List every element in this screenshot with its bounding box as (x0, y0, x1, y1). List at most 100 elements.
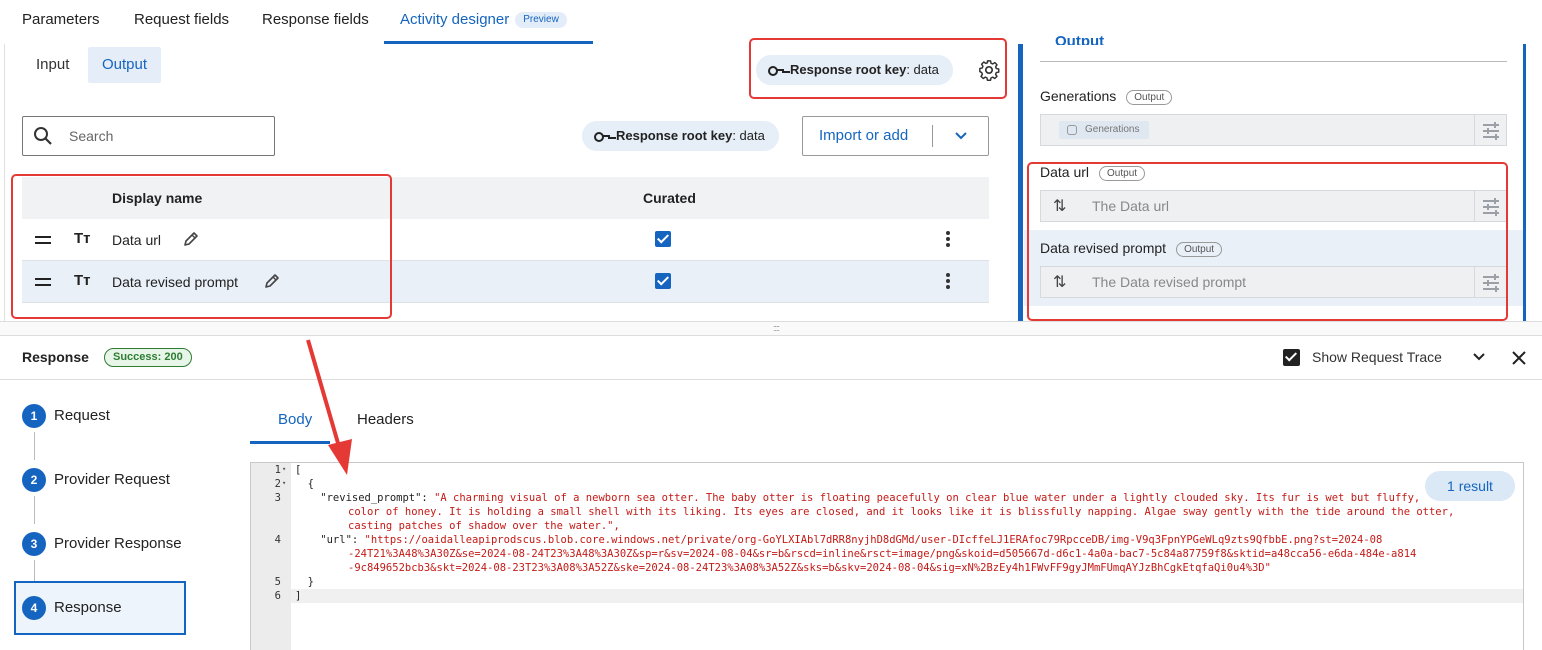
generations-label-text: Generations (1040, 88, 1117, 104)
step-response[interactable]: Response (54, 599, 122, 616)
panel-section-title-clip: Output (1055, 29, 1104, 45)
json-string: "A charming visual of a newborn sea otte… (434, 492, 1421, 504)
fold-icon[interactable]: ▾ (282, 465, 286, 473)
drag-handle-icon[interactable] (35, 278, 51, 286)
col-display-name: Display name (112, 190, 203, 206)
pencil-icon[interactable] (264, 273, 280, 289)
response-bar (0, 336, 1542, 380)
line-number: 6 (274, 590, 281, 602)
search-field[interactable] (22, 116, 275, 156)
generations-chip-label: Generations (1085, 124, 1140, 135)
tune-icon[interactable] (1474, 267, 1506, 297)
step-provider-response[interactable]: Provider Response (54, 535, 182, 552)
code-line-3: "revised_prompt": "A charming visual of … (295, 491, 1420, 505)
search-input[interactable] (69, 117, 269, 155)
code-line-5: } (295, 576, 314, 588)
text-type-icon: Tт (74, 230, 91, 247)
active-tab-indicator (384, 41, 593, 44)
preview-badge: Preview (515, 12, 567, 28)
tab-request-fields[interactable]: Request fields (130, 0, 233, 44)
subtab-output[interactable]: Output (88, 47, 162, 83)
import-or-add-label: Import or add (819, 127, 909, 144)
code-line-3-wrap: casting patches of shadow over the water… (348, 520, 620, 532)
more-options-icon[interactable] (946, 273, 950, 289)
generations-label: Generations Output (1040, 88, 1173, 105)
code-line-4-wrap: -24T21%3A48%3A30Z&se=2024-08-24T23%3A48%… (348, 548, 1417, 560)
json-key: "revised_prompt": (295, 492, 435, 504)
table-row[interactable]: Tт Data url (22, 219, 989, 261)
tune-icon[interactable] (1474, 115, 1506, 145)
data-url-label-text: Data url (1040, 164, 1090, 180)
output-badge: Output (1176, 242, 1223, 257)
output-badge: Output (1099, 166, 1146, 181)
step-number: 2 (22, 468, 46, 492)
fold-icon[interactable]: ▾ (282, 479, 286, 487)
tab-parameters[interactable]: Parameters (18, 0, 104, 44)
response-root-key-pill[interactable]: Response root key: data (756, 55, 953, 85)
data-url-placeholder: The Data url (1092, 198, 1170, 214)
drag-handle-icon[interactable] (35, 236, 51, 244)
curated-checkbox[interactable] (655, 273, 671, 289)
key-icon (768, 65, 784, 76)
data-url-field[interactable]: ⇅ The Data url (1040, 190, 1507, 222)
panel-divider (1040, 61, 1507, 62)
tab-activity-designer[interactable]: Activity designer Preview (396, 0, 571, 44)
data-revised-prompt-label-text: Data revised prompt (1040, 240, 1167, 256)
collapse-chevron-icon[interactable] (1472, 352, 1486, 362)
line-number: 2 (274, 478, 281, 490)
line-number: 5 (274, 576, 281, 588)
step-connector (34, 496, 35, 524)
tune-icon[interactable] (1474, 191, 1506, 221)
import-or-add-button[interactable]: Import or add (802, 116, 989, 156)
response-title: Response (22, 349, 89, 365)
curated-checkbox[interactable] (655, 231, 671, 247)
panel-left-border (1018, 44, 1023, 321)
link-icon (1067, 125, 1077, 135)
data-url-label: Data url Output (1040, 164, 1146, 181)
line-number: 3 (274, 492, 281, 504)
key-icon (594, 131, 610, 142)
tab-response-fields[interactable]: Response fields (258, 0, 373, 44)
row-display-name: Data revised prompt (112, 274, 239, 290)
step-provider-request[interactable]: Provider Request (54, 471, 170, 488)
step-request[interactable]: Request (54, 407, 110, 424)
data-revised-prompt-field[interactable]: ⇅ The Data revised prompt (1040, 266, 1507, 298)
chevron-down-icon[interactable] (954, 131, 968, 141)
step-connector (34, 432, 35, 460)
annotation-arrow (306, 339, 352, 475)
step-connector (34, 560, 35, 582)
more-options-icon[interactable] (946, 231, 950, 247)
sort-arrows-icon: ⇅ (1053, 274, 1067, 291)
output-badge: Output (1126, 90, 1173, 105)
generations-field[interactable]: Generations (1040, 114, 1507, 146)
tab-headers[interactable]: Headers (357, 411, 414, 428)
close-icon[interactable] (1511, 350, 1527, 366)
generations-chip: Generations (1059, 121, 1150, 139)
response-body-editor[interactable]: 1 2 3 4 5 6 ▾ ▾ [ { "revised_prompt": "A… (250, 462, 1524, 650)
panel-right-border (1523, 44, 1526, 321)
text-type-icon: Tт (74, 272, 91, 289)
subtab-input[interactable]: Input (22, 47, 83, 83)
tab-activity-designer-label: Activity designer (400, 11, 510, 28)
code-line-3-wrap: color of honey. It is holding a small sh… (348, 506, 1455, 518)
sort-arrows-icon: ⇅ (1053, 198, 1067, 215)
active-line-highlight (291, 589, 1523, 603)
pencil-icon[interactable] (183, 231, 199, 247)
row-display-name: Data url (112, 232, 162, 248)
splitter-grip-icon: :::: (773, 323, 780, 333)
show-request-trace-checkbox[interactable] (1283, 349, 1300, 366)
root-key-label: Response root key (790, 62, 907, 77)
table-row[interactable]: Tт Data revised prompt (22, 261, 989, 303)
response-root-key-pill-secondary[interactable]: Response root key: data (582, 121, 779, 151)
show-request-trace-label: Show Request Trace (1312, 349, 1442, 365)
status-badge: Success: 200 (104, 348, 192, 367)
button-divider (932, 125, 933, 147)
json-key: "url": (295, 534, 365, 546)
gear-icon[interactable] (978, 59, 1000, 81)
table-header: Display name Curated (22, 177, 989, 219)
search-result-count: 1 result (1425, 471, 1515, 501)
step-number: 1 (22, 404, 46, 428)
panel-splitter[interactable]: :::: (0, 321, 1542, 336)
data-revised-prompt-placeholder: The Data revised prompt (1092, 274, 1247, 290)
code-line-4: "url": "https://oaidalleapiprodscus.blob… (295, 533, 1382, 547)
